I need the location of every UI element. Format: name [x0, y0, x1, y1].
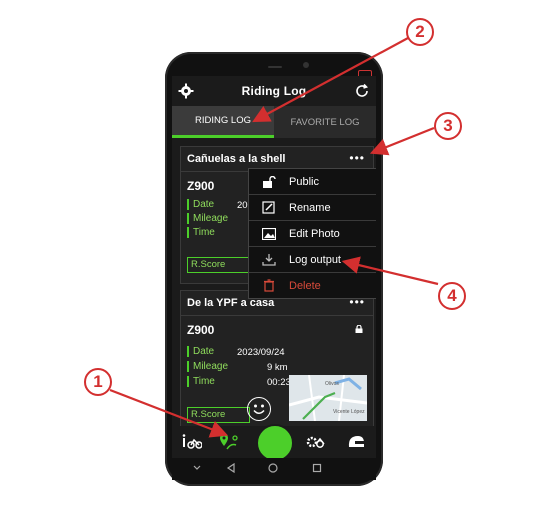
- callout-3: 3: [434, 112, 462, 140]
- annotation-arrows: [109, 37, 439, 438]
- callout-1: 1: [84, 368, 112, 396]
- callout-2: 2: [406, 18, 434, 46]
- callout-4: 4: [438, 282, 466, 310]
